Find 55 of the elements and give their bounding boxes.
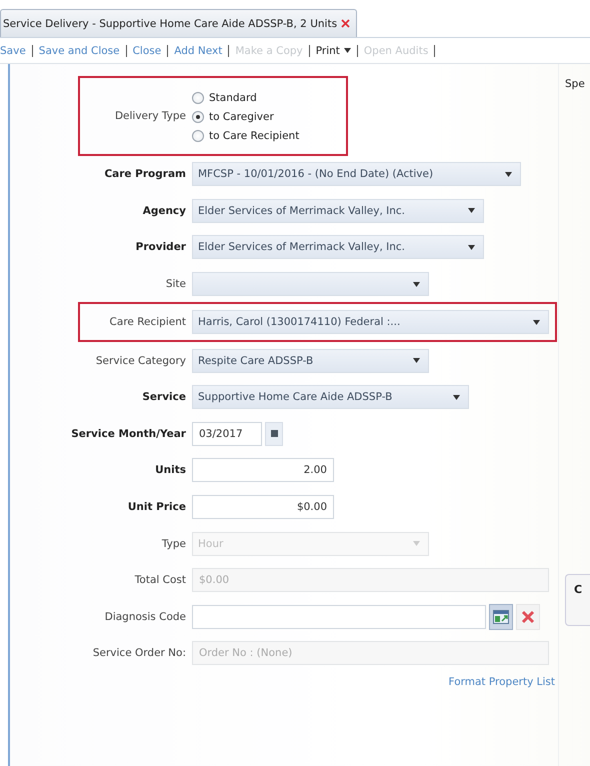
close-icon[interactable]: [341, 19, 350, 28]
panel-heading: Spe: [565, 78, 586, 90]
input-field[interactable]: [192, 604, 486, 629]
radio-button[interactable]: [192, 130, 204, 142]
dropdown-field[interactable]: Respite Care ADSSP-B: [192, 348, 429, 373]
clear-button[interactable]: [516, 604, 540, 630]
dropdown-caret-icon: [505, 172, 512, 177]
dropdown-field[interactable]: Elder Services of Merrimack Valley, Inc.: [192, 235, 484, 260]
dropdown-caret-icon: [468, 244, 475, 250]
field-label: Care Recipient: [108, 316, 186, 328]
dropdown-field[interactable]: [192, 272, 429, 296]
field-label: Total Cost: [134, 574, 186, 586]
month-field[interactable]: 03/2017: [192, 422, 262, 446]
field-label: Care Program: [103, 168, 186, 180]
field-label: Delivery Type: [114, 110, 186, 122]
field-label: Site: [164, 278, 186, 290]
radio-label[interactable]: to Caregiver: [209, 111, 274, 123]
dropdown-caret-icon: [413, 282, 420, 287]
number-field[interactable]: $0.00: [192, 495, 334, 520]
field-label: Service Order No:: [92, 647, 186, 660]
radio-label[interactable]: to Care Recipient: [209, 130, 300, 142]
menu-button[interactable]: Print: [310, 44, 358, 56]
field-label: Service: [141, 391, 186, 404]
calendar-button[interactable]: [265, 422, 283, 446]
field-label: Service Category: [94, 354, 186, 367]
dropdown-field[interactable]: Elder Services of Merrimack Valley, Inc.: [192, 198, 484, 223]
dropdown-caret-icon: [453, 394, 460, 400]
dropdown-caret-icon: [413, 358, 420, 364]
field-label: Service Month/Year: [70, 428, 186, 440]
field-label: Provider: [134, 241, 186, 254]
radio-button[interactable]: [192, 111, 204, 123]
field-label: Type: [160, 538, 186, 550]
format-link[interactable]: Format Property List: [448, 676, 555, 688]
field-label: Units: [154, 464, 186, 476]
field-label: Unit Price: [126, 501, 186, 514]
dropdown-caret-icon: [468, 208, 475, 214]
dropdown-field[interactable]: Supportive Home Care Aide ADSSP-B: [192, 385, 469, 410]
document-tab[interactable]: Service Delivery - Supportive Home Care Aide ADSSP-B, 2 Units: [0, 9, 358, 37]
field-label: Agency: [142, 204, 186, 217]
dropdown-caret-icon: [533, 320, 540, 325]
toolbar-link[interactable]: Save: [0, 44, 33, 56]
toolbar-link[interactable]: Close: [126, 44, 168, 56]
toolbar-link[interactable]: Save and Close: [32, 44, 127, 56]
close-icon: [521, 610, 535, 624]
field-label: Diagnosis Code: [104, 610, 186, 623]
dropdown-caret-icon: [344, 48, 351, 53]
lookup-button[interactable]: [489, 604, 513, 630]
number-field[interactable]: 2.00: [192, 458, 334, 482]
radio-button[interactable]: [192, 92, 204, 104]
toolbar-link[interactable]: Add Next: [168, 44, 230, 56]
card-title: C: [574, 583, 582, 596]
dropdown-field[interactable]: MFCSP - 10/01/2016 - (No End Date) (Active): [192, 162, 521, 186]
dropdown-caret-icon: [413, 541, 420, 546]
dropdown-field[interactable]: Harris, Carol (1300174110) Federal :...: [192, 310, 549, 334]
radio-label[interactable]: Standard: [209, 92, 257, 104]
